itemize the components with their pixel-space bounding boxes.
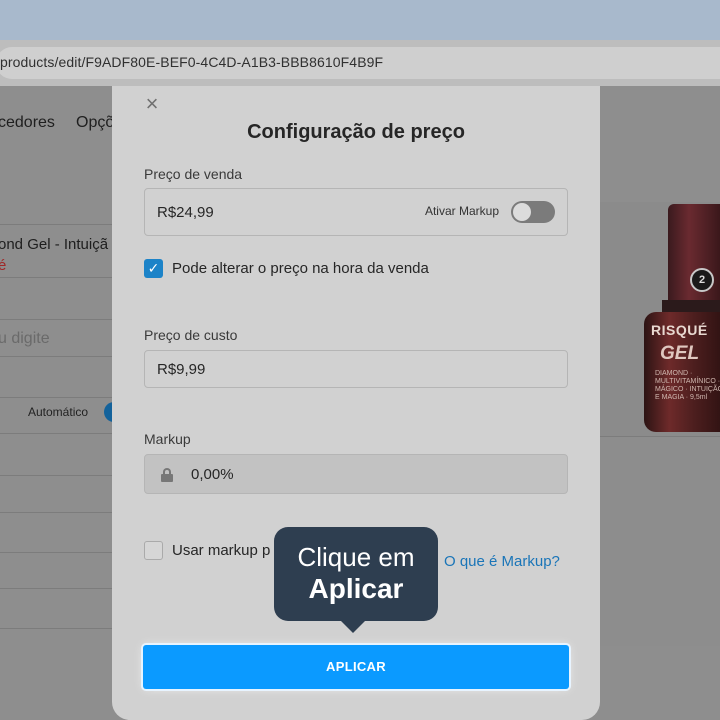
nav-item-options[interactable]: Opçõ bbox=[76, 114, 114, 132]
toggle-knob bbox=[513, 203, 531, 221]
bottle-cap bbox=[668, 204, 720, 308]
product-name: ond Gel - Intuiçã é bbox=[0, 234, 118, 276]
cost-price-label: Preço de custo bbox=[144, 327, 238, 343]
divider bbox=[0, 512, 112, 513]
markup-toggle-label: Ativar Markup bbox=[424, 204, 499, 218]
sale-price-value: R$24,99 bbox=[157, 204, 214, 221]
search-placeholder[interactable]: u digite bbox=[0, 330, 50, 348]
sale-price-field[interactable]: R$24,99 Ativar Markup bbox=[144, 188, 568, 236]
bottle-gel-label: GEL bbox=[660, 343, 700, 364]
modal-title: Configuração de preço bbox=[247, 121, 465, 143]
bottle-brand: RISQUÉ bbox=[651, 322, 708, 338]
address-bar[interactable]: products/edit/F9ADF80E-BEF0-4C4D-A1B3-BB… bbox=[0, 47, 720, 79]
sale-price-label: Preço de venda bbox=[144, 166, 243, 182]
apply-button[interactable]: APLICAR bbox=[143, 645, 569, 689]
divider bbox=[0, 277, 112, 278]
use-markup-label[interactable]: Usar markup p bbox=[172, 542, 270, 559]
divider bbox=[0, 356, 112, 357]
tooltip-arrow bbox=[340, 620, 366, 633]
browser-tab-bar bbox=[0, 0, 720, 40]
use-markup-checkbox[interactable] bbox=[144, 541, 163, 560]
divider bbox=[0, 552, 112, 553]
lock-icon bbox=[161, 468, 173, 482]
divider bbox=[0, 588, 112, 589]
allow-change-checkbox[interactable]: ✓ bbox=[144, 259, 163, 278]
divider bbox=[0, 475, 112, 476]
markup-label: Markup bbox=[144, 431, 191, 447]
divider bbox=[0, 628, 112, 629]
tooltip-line1: Clique em bbox=[297, 542, 415, 572]
tooltip-line2: Aplicar bbox=[308, 573, 404, 604]
tutorial-tooltip: Clique em Aplicar bbox=[274, 527, 438, 621]
right-panel-bottom bbox=[600, 436, 720, 646]
auto-label: Automático bbox=[28, 405, 89, 419]
cost-price-field[interactable]: R$9,99 bbox=[144, 350, 568, 388]
product-name-line2: é bbox=[0, 257, 7, 274]
close-icon[interactable]: × bbox=[142, 93, 162, 115]
allow-change-label[interactable]: Pode alterar o preço na hora da venda bbox=[172, 260, 429, 277]
address-url: products/edit/F9ADF80E-BEF0-4C4D-A1B3-BB… bbox=[0, 54, 384, 70]
product-name-line1: ond Gel - Intuiçã bbox=[0, 236, 109, 253]
divider bbox=[0, 319, 112, 320]
browser-toolbar: products/edit/F9ADF80E-BEF0-4C4D-A1B3-BB… bbox=[0, 40, 720, 86]
markup-value: 0,00% bbox=[191, 466, 234, 483]
divider bbox=[0, 224, 112, 225]
markup-toggle[interactable] bbox=[511, 201, 555, 223]
cost-price-value: R$9,99 bbox=[157, 361, 206, 378]
divider bbox=[0, 433, 112, 434]
nav-item-suppliers[interactable]: cedores bbox=[0, 114, 55, 132]
markup-field: 0,00% bbox=[144, 454, 568, 494]
bottle-badge: 2 bbox=[690, 268, 714, 292]
divider bbox=[0, 397, 112, 398]
markup-help-link[interactable]: O que é Markup? bbox=[444, 553, 560, 570]
bottle-subtext: DIAMOND · MULTIVITAMÍNICO · MÁGICO · INT… bbox=[655, 370, 720, 401]
